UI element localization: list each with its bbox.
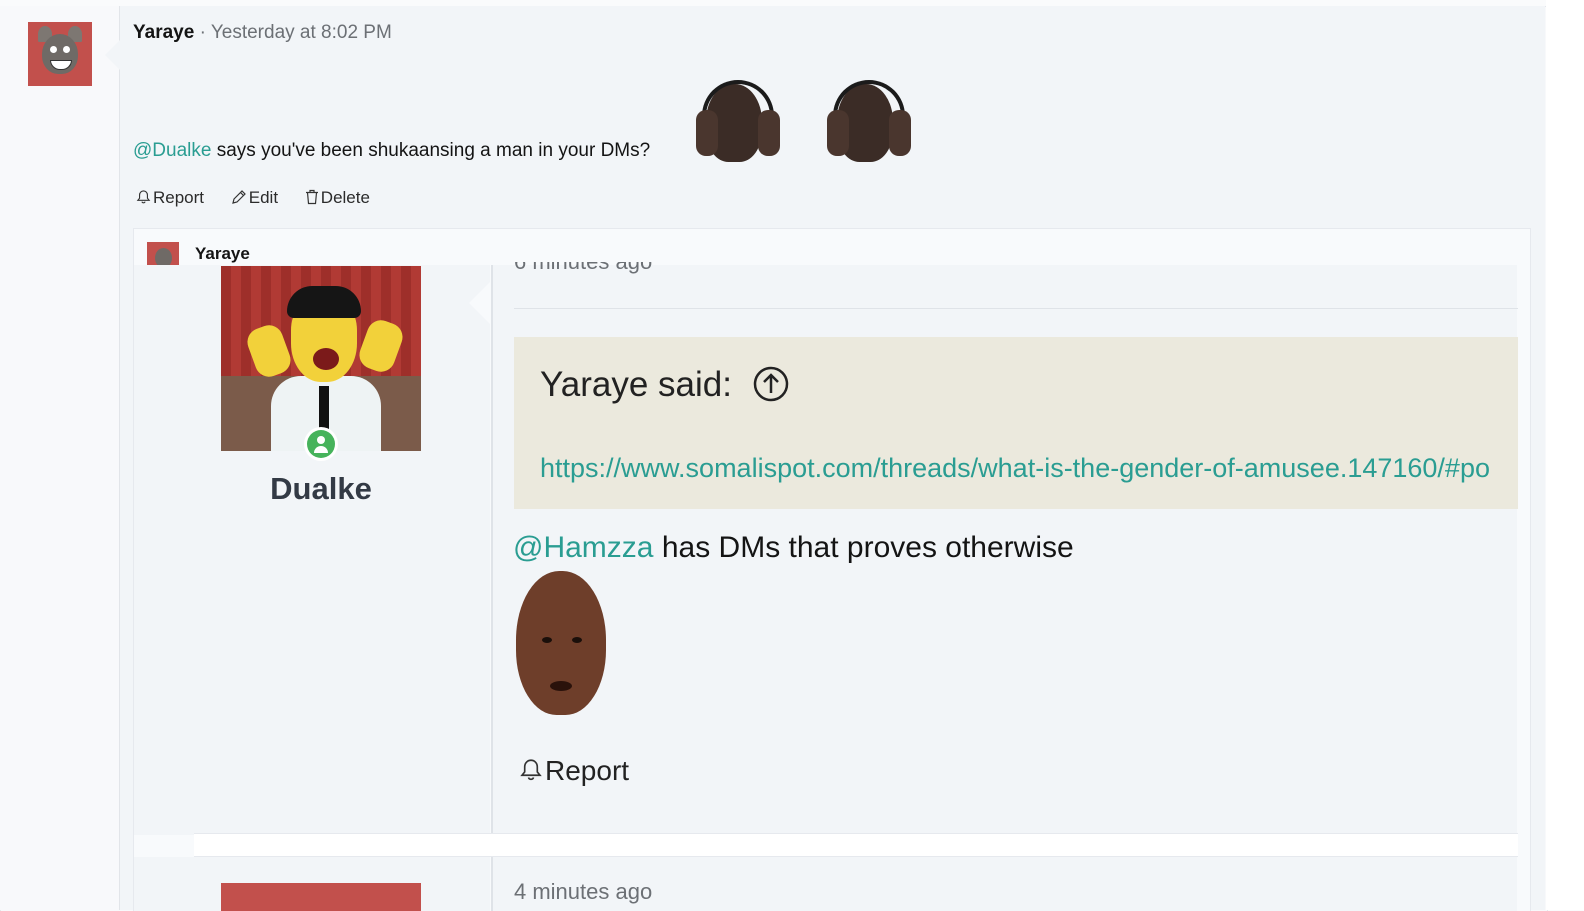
quote-link[interactable]: https://www.somalispot.com/threads/what-…	[540, 453, 1490, 484]
shaq-emoji	[514, 571, 608, 717]
message-pointer	[105, 40, 120, 70]
message-text: @Dualke says you've been shukaansing a m…	[133, 140, 650, 162]
pencil-icon	[231, 190, 246, 204]
quote-block: Yaraye said: https://www.somalispot.com/…	[514, 337, 1518, 509]
message-body: says you've been shukaansing a man in yo…	[216, 140, 651, 161]
mention-link[interactable]: @Dualke	[133, 140, 211, 161]
message-actions: Report Edit Delete	[136, 188, 392, 208]
edit-button[interactable]: Edit	[231, 188, 278, 208]
report-button[interactable]: Report	[136, 188, 204, 208]
profile-username[interactable]: Dualke	[221, 471, 421, 507]
embed-report-label: Report	[545, 755, 630, 786]
author-avatar[interactable]	[28, 22, 92, 86]
reply-text: @Hamzza has DMs that proves otherwise	[513, 531, 1074, 565]
header-separator: ·	[199, 22, 206, 43]
bell-icon	[520, 759, 542, 781]
message-header: Yaraye · Yesterday at 8:02 PM	[133, 22, 392, 44]
arrow-up-circle-icon[interactable]	[752, 365, 790, 403]
post-timestamp-top[interactable]: 6 minutes ago	[514, 262, 652, 275]
embedded-post: Yaraye Dualke 6 minutes ago Yaraye said:…	[133, 228, 1531, 911]
quote-title: Yaraye said:	[540, 365, 732, 404]
next-profile-avatar[interactable]	[221, 883, 421, 911]
post-timestamp-bottom[interactable]: 4 minutes ago	[514, 879, 652, 905]
post-separator	[194, 833, 1518, 857]
headphones-emoji-1	[682, 80, 792, 164]
reply-body: has DMs that proves otherwise	[661, 531, 1074, 564]
message-timestamp[interactable]: Yesterday at 8:02 PM	[211, 22, 392, 43]
headphones-emoji-2	[813, 80, 923, 164]
embed-report-button[interactable]: Report	[519, 755, 629, 787]
delete-label: Delete	[320, 188, 370, 207]
report-label: Report	[153, 188, 205, 207]
online-user-icon	[304, 427, 338, 461]
timestamp-divider	[514, 308, 1518, 309]
avatar-gutter	[0, 6, 120, 910]
embed-author-name[interactable]: Yaraye	[195, 244, 250, 264]
profile-avatar[interactable]	[221, 266, 421, 451]
edit-label: Edit	[248, 188, 279, 207]
bell-icon	[136, 190, 151, 204]
window-edge	[1546, 0, 1584, 910]
delete-button[interactable]: Delete	[305, 188, 370, 208]
trash-icon	[305, 189, 318, 205]
author-name[interactable]: Yaraye	[133, 22, 194, 43]
post-pointer	[469, 281, 491, 325]
reply-mention-link[interactable]: @Hamzza	[513, 531, 653, 564]
